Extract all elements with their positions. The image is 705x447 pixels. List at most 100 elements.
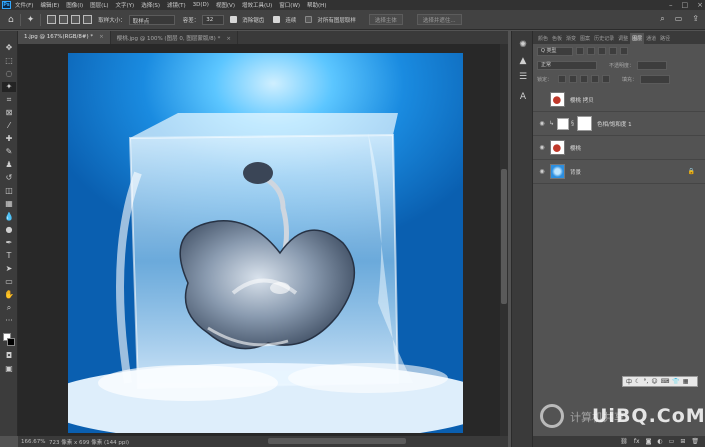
lock-all-icon[interactable] (602, 75, 611, 83)
magic-wand-tool-icon[interactable]: ✦ (27, 15, 35, 25)
brush-tool-icon[interactable]: ✎ (2, 147, 16, 157)
gradient-tool-icon[interactable]: ▦ (2, 199, 16, 209)
smile-icon[interactable]: ☺ (651, 378, 657, 385)
link-icon[interactable]: § (571, 120, 574, 127)
lasso-tool-icon[interactable]: ◌ (2, 69, 16, 79)
link-layers-icon[interactable]: ⛓ (620, 438, 628, 445)
menu-image[interactable]: 图像(I) (66, 1, 83, 9)
moon-icon[interactable]: ☾ (635, 378, 640, 385)
menu-help[interactable]: 帮助(H) (307, 1, 326, 9)
tab-document-1[interactable]: 1.jpg @ 167%(RGB/8#) * × (18, 31, 111, 44)
vertical-scrollbar-thumb[interactable] (501, 169, 507, 304)
layer-row[interactable]: ◉ ↳ § 色相/饱和度 1 (533, 112, 705, 136)
eye-icon[interactable]: ◉ (537, 144, 547, 151)
healing-brush-icon[interactable]: ✚ (2, 134, 16, 144)
tab-color[interactable]: 颜色 (536, 35, 550, 44)
frame-tool-icon[interactable]: ⊠ (2, 108, 16, 118)
filter-type-icon[interactable] (598, 47, 606, 55)
lock-paint-icon[interactable] (569, 75, 578, 83)
search-icon[interactable]: ⌕ (660, 14, 664, 24)
close-icon[interactable]: × (99, 34, 104, 40)
filter-smart-icon[interactable] (620, 47, 628, 55)
workspace-icon[interactable]: ▭ (675, 14, 683, 24)
intersect-selection-icon[interactable] (83, 15, 93, 24)
pen-tool-icon[interactable]: ✒ (2, 238, 16, 248)
move-tool-icon[interactable]: ✥ (2, 43, 16, 53)
menu-view[interactable]: 视图(V) (216, 1, 235, 9)
select-subject-button[interactable]: 选择主体 (368, 14, 403, 25)
tab-layers[interactable]: 图层 (630, 33, 645, 44)
select-and-mask-button[interactable]: 选择并遮住... (416, 14, 462, 25)
type-tool-icon[interactable]: T (2, 251, 16, 261)
menu-3d[interactable]: 3D(D) (193, 2, 209, 8)
menu-type[interactable]: 文字(Y) (116, 1, 135, 9)
quick-mask-icon[interactable]: ◘ (2, 351, 16, 361)
filter-shape-icon[interactable] (609, 47, 617, 55)
adjustment-icon[interactable]: ◐ (657, 438, 662, 445)
layer-mask-thumbnail[interactable] (577, 116, 593, 131)
menu-filter[interactable]: 滤镜(T) (167, 1, 186, 9)
blend-mode-select[interactable]: 正常 (537, 60, 597, 70)
opacity-input[interactable] (637, 60, 668, 70)
color-wheel-icon[interactable]: ✺ (517, 39, 529, 51)
filter-pixel-icon[interactable] (576, 47, 584, 55)
tolerance-input[interactable]: 32 (202, 14, 225, 25)
tab-gradients[interactable]: 渐变 (564, 35, 578, 44)
maximize-icon[interactable]: □ (682, 1, 689, 9)
hand-tool-icon[interactable]: ✋ (2, 290, 16, 300)
tab-swatches[interactable]: 色板 (550, 35, 564, 44)
clone-stamp-icon[interactable]: ♟ (2, 160, 16, 170)
trash-icon[interactable]: 🗑 (691, 438, 699, 445)
eyedropper-tool-icon[interactable]: ⁄ (2, 121, 16, 131)
histogram-icon[interactable]: ▲ (517, 55, 529, 67)
tab-history[interactable]: 历史记录 (592, 35, 616, 44)
shape-tool-icon[interactable]: ▭ (2, 277, 16, 287)
lock-move-icon[interactable] (580, 75, 589, 83)
vertical-scrollbar[interactable] (500, 44, 508, 436)
menu-plugins[interactable]: 增效工具(U) (242, 1, 272, 9)
layer-name[interactable]: 樱桃 拷贝 (570, 96, 594, 104)
eraser-tool-icon[interactable]: ◫ (2, 186, 16, 196)
sample-size-select[interactable]: 取样点 (128, 14, 175, 25)
ime-icon[interactable]: 中 (626, 377, 632, 386)
zoom-tool-icon[interactable]: ⌕ (2, 303, 16, 313)
menu-select[interactable]: 选择(S) (141, 1, 160, 9)
layer-name[interactable]: 樱桃 (570, 144, 581, 152)
menu-file[interactable]: 文件(F) (15, 1, 33, 9)
menu-edit[interactable]: 编辑(E) (40, 1, 59, 9)
background-color-swatch[interactable] (7, 338, 15, 346)
layer-row[interactable]: 樱桃 拷贝 (533, 88, 705, 112)
close-icon[interactable]: × (697, 1, 703, 9)
magic-wand-tool-icon[interactable]: ✦ (2, 82, 16, 92)
adjust-icon[interactable]: ☰ (517, 71, 529, 83)
crop-tool-icon[interactable]: ⌗ (2, 95, 16, 105)
eye-icon[interactable]: ◉ (537, 168, 547, 175)
lock-pixels-icon[interactable] (558, 75, 567, 83)
home-icon[interactable]: ⌂ (8, 15, 14, 25)
fill-input[interactable] (640, 74, 671, 84)
path-select-icon[interactable]: ➤ (2, 264, 16, 274)
grid-icon[interactable]: ▦ (683, 378, 689, 385)
new-selection-icon[interactable] (47, 15, 57, 24)
horizontal-scrollbar-thumb[interactable] (268, 438, 406, 444)
share-icon[interactable]: ⇪ (692, 14, 699, 24)
group-icon[interactable]: ▭ (669, 438, 675, 445)
lock-artboard-icon[interactable] (591, 75, 600, 83)
zoom-level[interactable]: 166.67% (21, 439, 49, 445)
layer-name[interactable]: 色相/饱和度 1 (597, 120, 632, 128)
menu-window[interactable]: 窗口(W) (279, 1, 300, 9)
layer-name[interactable]: 背景 (570, 168, 581, 176)
antialias-checkbox[interactable] (230, 16, 238, 23)
fx-icon[interactable]: fx (634, 438, 640, 445)
close-icon[interactable]: × (226, 36, 231, 42)
glyph-icon[interactable]: A (517, 91, 529, 103)
keyboard-icon[interactable]: ⌨ (661, 378, 670, 385)
eye-icon[interactable]: ◉ (537, 120, 547, 127)
filter-adjust-icon[interactable] (587, 47, 595, 55)
add-selection-icon[interactable] (59, 15, 69, 24)
subtract-selection-icon[interactable] (71, 15, 81, 24)
dodge-tool-icon[interactable]: ● (2, 225, 16, 235)
history-brush-icon[interactable]: ↺ (2, 173, 16, 183)
minimize-icon[interactable]: – (669, 1, 673, 9)
tab-document-cherry[interactable]: 樱桃.jpg @ 100% (图层 0, 图层蒙版/8) * × (111, 31, 238, 44)
